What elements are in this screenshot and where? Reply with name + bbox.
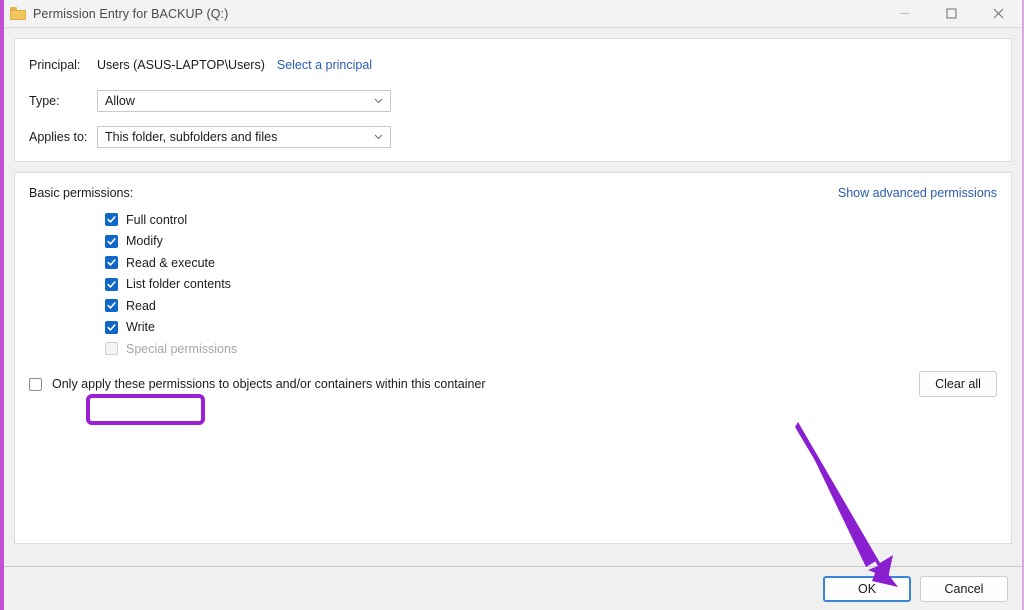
permissions-footer-row: Only apply these permissions to objects … — [29, 371, 997, 397]
type-dropdown-value: Allow — [105, 93, 135, 108]
dialog-content: Principal: Users (ASUS-LAPTOP\Users) Sel… — [4, 28, 1022, 566]
permissions-header: Basic permissions: Show advanced permiss… — [29, 186, 997, 200]
cancel-button[interactable]: Cancel — [920, 575, 1008, 602]
permission-row[interactable]: Read & execute — [105, 252, 997, 274]
chevron-down-icon — [374, 98, 383, 104]
type-label: Type: — [29, 93, 60, 108]
applies-to-dropdown[interactable]: This folder, subfolders and files — [97, 125, 391, 148]
permission-checkbox — [105, 342, 118, 356]
dialog-footer: OK Cancel — [4, 566, 1022, 610]
permission-checkbox[interactable] — [105, 234, 118, 248]
only-apply-label: Only apply these permissions to objects … — [52, 377, 486, 391]
applies-to-dropdown-value: This folder, subfolders and files — [105, 129, 278, 144]
permission-row[interactable]: Modify — [105, 231, 997, 253]
permission-label: Write — [126, 320, 155, 335]
permission-row[interactable]: List folder contents — [105, 274, 997, 296]
permission-row[interactable]: Write — [105, 317, 997, 339]
basic-permissions-label: Basic permissions: — [29, 186, 134, 200]
principal-label: Principal: — [29, 57, 81, 72]
permission-checkbox[interactable] — [105, 277, 118, 291]
permission-checkbox[interactable] — [105, 299, 118, 313]
permission-label: Special permissions — [126, 341, 238, 356]
clear-all-button[interactable]: Clear all — [919, 371, 997, 397]
permission-label: Modify — [126, 234, 163, 249]
permission-checkbox[interactable] — [105, 256, 118, 270]
window-controls — [881, 0, 1022, 27]
ok-button[interactable]: OK — [823, 575, 911, 602]
select-a-principal-link[interactable]: Select a principal — [277, 58, 372, 72]
permission-checkbox[interactable] — [105, 213, 118, 227]
close-icon[interactable] — [975, 0, 1022, 27]
maximize-icon[interactable] — [928, 0, 975, 27]
principal-value: Users (ASUS-LAPTOP\Users) — [97, 57, 265, 72]
title-bar-left: Permission Entry for BACKUP (Q:) — [4, 7, 228, 21]
permission-label: Read — [126, 298, 156, 313]
principal-row: Principal: Users (ASUS-LAPTOP\Users) Sel… — [29, 53, 997, 76]
type-dropdown[interactable]: Allow — [97, 89, 391, 112]
permissions-panel: Basic permissions: Show advanced permiss… — [14, 172, 1012, 544]
permissions-list: Full control Modify Read & execute List fol… — [29, 209, 997, 360]
permission-label: List folder contents — [126, 277, 231, 292]
folder-icon — [10, 7, 26, 20]
principal-panel: Principal: Users (ASUS-LAPTOP\Users) Sel… — [14, 38, 1012, 162]
permission-row[interactable]: Full control — [105, 209, 997, 231]
type-row: Type: Allow — [29, 89, 997, 112]
chevron-down-icon — [374, 134, 383, 140]
title-bar: Permission Entry for BACKUP (Q:) — [4, 0, 1022, 28]
minimize-icon[interactable] — [881, 0, 928, 27]
only-apply-checkbox-row[interactable]: Only apply these permissions to objects … — [29, 377, 486, 391]
applies-to-row: Applies to: This folder, subfolders and … — [29, 125, 997, 148]
permission-entry-window: Permission Entry for BACKUP (Q:) Princip… — [0, 0, 1024, 610]
permission-row: Special permissions — [105, 338, 997, 360]
applies-to-label: Applies to: — [29, 129, 88, 144]
only-apply-checkbox[interactable] — [29, 377, 42, 391]
permission-label: Full control — [126, 212, 188, 227]
permission-checkbox[interactable] — [105, 320, 118, 334]
permission-label: Read & execute — [126, 255, 215, 270]
permission-row[interactable]: Read — [105, 295, 997, 317]
window-title: Permission Entry for BACKUP (Q:) — [33, 6, 229, 21]
full-control-highlight — [86, 394, 205, 425]
show-advanced-permissions-link[interactable]: Show advanced permissions — [838, 186, 997, 200]
